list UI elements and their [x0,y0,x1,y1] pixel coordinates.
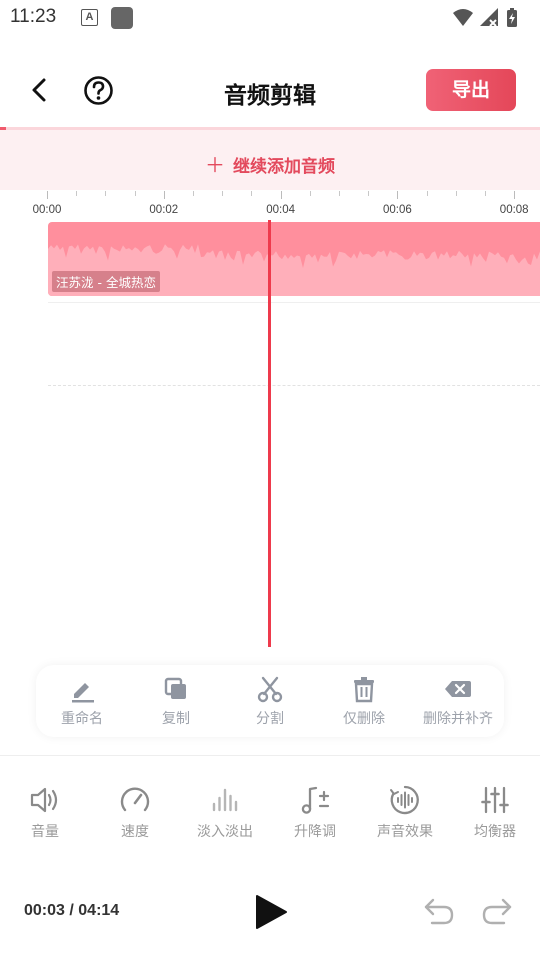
battery-icon [507,8,517,27]
ruler-minor-tick [339,191,340,196]
playback-time: 00:03 / 04:14 [24,902,119,920]
equalizer-icon [481,786,509,814]
fade-bars-icon [212,788,238,812]
wifi-icon [453,9,473,26]
fade-label: 淡入淡出 [197,824,253,840]
equalizer-label: 均衡器 [474,824,516,840]
delete-and-fill-label: 删除并补齐 [423,711,493,727]
split-label: 分割 [256,711,284,727]
ruler-minor-tick [485,191,486,196]
rename-button[interactable]: 重命名 [37,675,127,728]
rename-label: 重命名 [61,711,103,727]
backspace-icon [445,681,471,697]
delete-and-fill-button[interactable]: 删除并补齐 [413,675,503,728]
delete-only-button[interactable]: 仅删除 [319,675,409,728]
ruler-major-tick [163,191,165,199]
plus-icon: ＋ [205,153,225,177]
pencil-icon [72,683,94,703]
ruler-minor-tick [105,191,107,196]
ruler-tick-label: 00:08 [499,204,529,216]
ruler-minor-tick [222,191,224,196]
total-time: 04:14 [78,902,120,919]
voice-effect-label: 声音效果 [377,824,433,840]
equalizer-button[interactable]: 均衡器 [450,784,540,841]
track-divider [48,302,540,303]
ruler-tick-label: 00:00 [32,204,62,216]
speedometer-icon [120,787,150,812]
add-audio-label: 继续添加音频 [233,157,335,177]
export-button[interactable]: 导出 [426,69,516,111]
ruler-minor-tick [251,191,253,196]
section-divider [0,755,540,756]
pitch-note-icon [301,786,330,814]
ruler-minor-tick [76,191,78,196]
header: 音频剪辑 导出 [0,60,540,122]
speed-label: 速度 [121,824,149,840]
playhead[interactable] [268,220,271,647]
copy-label: 复制 [162,711,190,727]
voice-effect-button[interactable]: 声音效果 [360,784,450,841]
ruler-minor-tick [134,191,136,196]
time-separator: / [64,902,79,919]
redo-icon[interactable] [480,896,514,926]
voice-effect-icon [390,785,419,815]
undo-icon[interactable] [422,896,456,926]
ruler-minor-tick [193,191,194,196]
split-button[interactable]: 分割 [225,675,315,728]
scissors-icon [257,676,283,703]
ruler-tick-label: 00:02 [149,204,179,216]
trash-icon [354,677,374,703]
empty-track-guide [48,385,540,386]
edit-toolbar: 重命名 复制 分割 仅删除 删除并补齐 [36,665,504,737]
volume-icon [30,787,58,813]
ruler-major-tick [397,191,399,199]
time-ruler[interactable]: 00:00 00:02 00:04 00:06 00:08 [0,190,540,222]
current-time: 00:03 [24,902,65,919]
ruler-major-tick [280,191,282,199]
volume-label: 音量 [31,824,59,840]
status-time: 11:23 [10,6,57,27]
copy-button[interactable]: 复制 [131,675,221,728]
keyboard-notification-icon: A [81,9,98,26]
pitch-label: 升降调 [294,824,336,840]
ruler-major-tick [47,191,48,199]
status-bar: 11:23 A [0,0,540,36]
ruler-minor-tick [455,191,457,196]
pitch-button[interactable]: 升降调 [270,784,360,841]
ruler-minor-tick [309,191,311,196]
add-audio-button[interactable]: ＋ 继续添加音频 [0,130,540,190]
ruler-minor-tick [368,191,370,196]
play-icon[interactable] [252,894,290,930]
copy-icon [164,677,186,699]
ruler-major-tick [514,191,516,199]
delete-only-label: 仅删除 [343,711,385,727]
fade-button[interactable]: 淡入淡出 [180,784,270,841]
speed-button[interactable]: 速度 [90,784,180,841]
ruler-tick-label: 00:06 [383,204,412,216]
ruler-minor-tick [426,191,428,196]
track-title: 汪苏泷 - 全城热恋 [52,271,160,292]
status-icons [453,8,517,27]
app-notification-icon [111,7,133,29]
signal-icon [480,8,498,27]
volume-button[interactable]: 音量 [0,784,90,841]
audio-track-clip[interactable]: 汪苏泷 - 全城热恋 [48,222,540,296]
ruler-tick-label: 00:04 [266,204,295,216]
